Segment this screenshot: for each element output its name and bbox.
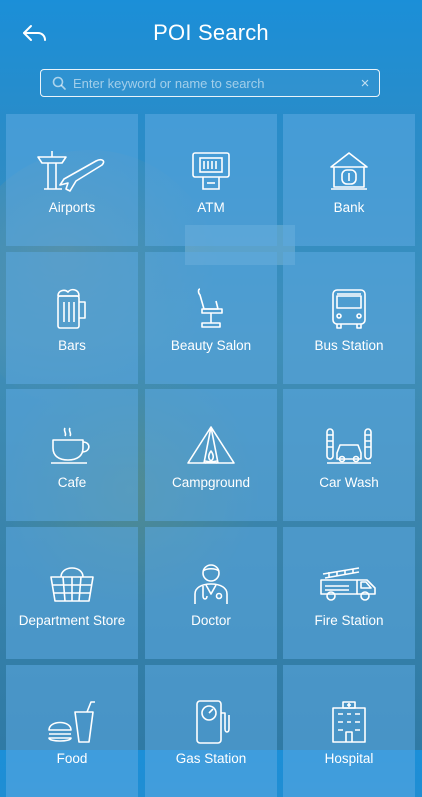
tile-label: Doctor (191, 613, 231, 628)
bus-icon (319, 286, 379, 332)
tile-label: Gas Station (175, 751, 247, 766)
clear-icon[interactable]: × (351, 75, 379, 92)
tile-label: Bus Station (314, 338, 384, 353)
tile-label: Bank (333, 200, 365, 215)
tile-atm[interactable]: ATM (145, 114, 277, 246)
header-bar: POI Search (0, 0, 422, 68)
salon-chair-icon (181, 286, 241, 332)
tile-doctor[interactable]: Doctor (145, 527, 277, 659)
tile-label: Department Store (18, 613, 126, 628)
tile-label: Beauty Salon (170, 338, 252, 353)
tile-campground[interactable]: Campground (145, 389, 277, 521)
tile-bars[interactable]: Bars (6, 252, 138, 384)
beer-icon (42, 286, 102, 332)
tile-label: Campground (171, 475, 251, 490)
tile-airports[interactable]: Airports (6, 114, 138, 246)
coffee-cup-icon (42, 423, 102, 469)
tile-fire-station[interactable]: Fire Station (283, 527, 415, 659)
tile-cafe[interactable]: Cafe (6, 389, 138, 521)
tile-bank[interactable]: Bank (283, 114, 415, 246)
tile-label: Food (56, 751, 88, 766)
page-title: POI Search (153, 20, 269, 45)
tile-label: Hospital (324, 751, 374, 766)
basket-icon (42, 561, 102, 607)
tile-gas-station[interactable]: Gas Station (145, 665, 277, 797)
tent-icon (181, 423, 241, 469)
doctor-icon (181, 561, 241, 607)
airport-icon (37, 148, 105, 194)
tile-label: Fire Station (314, 613, 384, 628)
tile-label: Airports (48, 200, 96, 215)
hospital-icon (319, 699, 379, 745)
search-icon (45, 70, 73, 96)
tile-beauty-salon[interactable]: Beauty Salon (145, 252, 277, 384)
search-input[interactable] (73, 75, 351, 91)
gas-pump-icon (181, 699, 241, 745)
search-bar: × (40, 69, 380, 97)
tile-label: ATM (197, 200, 225, 215)
tile-department-store[interactable]: Department Store (6, 527, 138, 659)
food-icon (42, 699, 102, 745)
tile-label: Cafe (57, 475, 87, 490)
tile-hospital[interactable]: Hospital (283, 665, 415, 797)
atm-icon (181, 148, 241, 194)
car-wash-icon (319, 423, 379, 469)
bank-icon (319, 148, 379, 194)
tile-food[interactable]: Food (6, 665, 138, 797)
tile-label: Car Wash (319, 475, 379, 490)
tile-car-wash[interactable]: Car Wash (283, 389, 415, 521)
fire-truck-icon (319, 561, 379, 607)
tile-bus-station[interactable]: Bus Station (283, 252, 415, 384)
tile-label: Bars (58, 338, 86, 353)
